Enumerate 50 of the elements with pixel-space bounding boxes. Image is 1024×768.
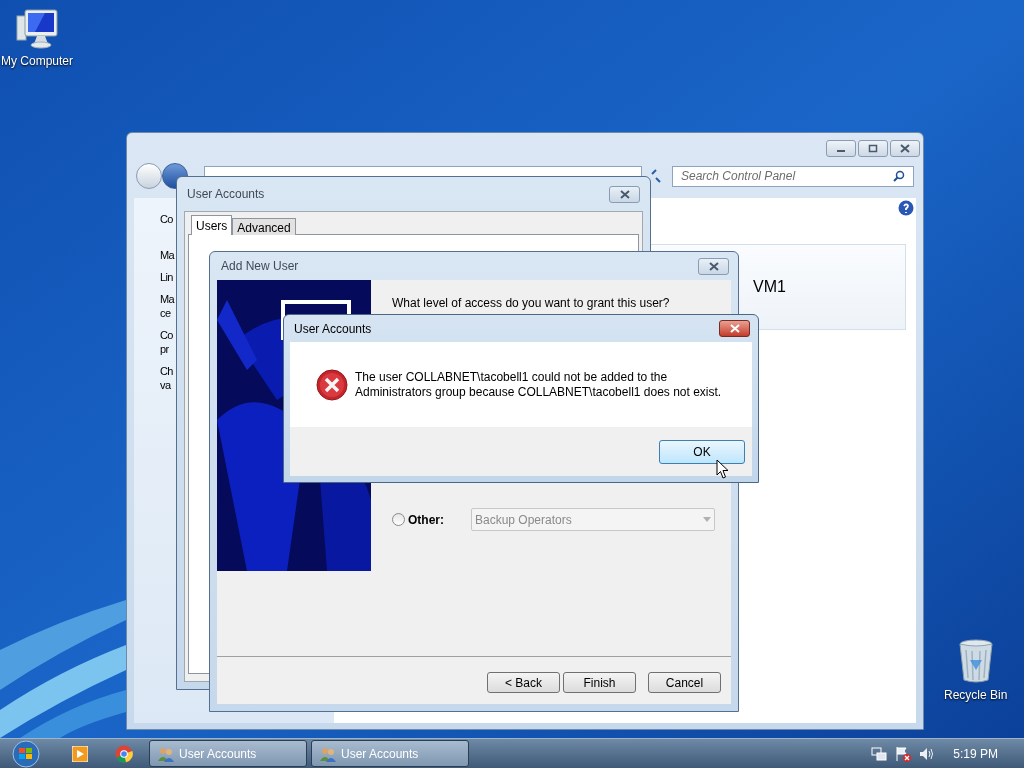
close-icon (619, 189, 630, 199)
users-icon (320, 745, 336, 762)
error-message: The user COLLABNET\tacobell1 could not be added to the Administrators group because COLLABNET\tacobell1 does not exist. (355, 370, 723, 400)
sidebar-link[interactable]: Ch va (160, 364, 173, 392)
window-title: Add New User (221, 258, 299, 275)
tab[interactable]: Users (191, 215, 233, 235)
computer-name: VM1 (753, 277, 786, 297)
close-button[interactable] (890, 140, 920, 157)
close-icon (729, 324, 740, 333)
maximize-icon (868, 144, 878, 153)
help-icon[interactable] (898, 200, 914, 216)
flag-error-icon[interactable] (895, 745, 912, 762)
clock[interactable]: 5:19 PM (953, 744, 998, 763)
search-field[interactable]: Search Control Panel (672, 165, 914, 187)
dialog-button[interactable]: < Back (487, 672, 560, 693)
dialog-button[interactable]: Finish (563, 672, 636, 693)
dialog-title: User Accounts (294, 320, 372, 338)
sidebar-link[interactable]: Co pr (160, 328, 173, 356)
question-text: What level of access do you want to grant this user? (392, 295, 671, 312)
search-icon (893, 170, 905, 182)
search-placeholder: Search Control Panel (681, 168, 797, 185)
cursor-icon (716, 459, 729, 479)
sidebar-link[interactable]: Ma ce (160, 292, 175, 320)
dropdown-value: Backup Operators (475, 511, 573, 529)
minimize-button[interactable] (826, 140, 856, 157)
sidebar-link[interactable]: Ma (160, 248, 175, 262)
ok-button[interactable]: OK (659, 440, 745, 464)
close-button[interactable] (698, 257, 729, 275)
close-icon (900, 144, 910, 153)
media-player-icon[interactable] (72, 745, 88, 762)
windows-logo-icon (9, 739, 43, 768)
dropdown-arrow-icon (703, 517, 711, 522)
sidebar-link[interactable]: Lin (160, 270, 173, 284)
tab[interactable]: Advanced (232, 218, 296, 235)
option-label: Other: (408, 511, 445, 529)
close-icon (708, 261, 719, 271)
users-icon (158, 745, 174, 762)
recycle-bin-icon (956, 638, 995, 684)
browser-icon[interactable] (115, 744, 133, 763)
network-icon[interactable] (871, 745, 888, 762)
dialog-button[interactable]: Cancel (648, 672, 721, 693)
window-title: User Accounts (187, 186, 265, 203)
maximize-button[interactable] (858, 140, 888, 157)
error-icon (316, 369, 348, 401)
close-button[interactable] (719, 320, 750, 337)
computer-icon (15, 8, 59, 50)
desktop-icon-label[interactable]: Recycle Bin (944, 686, 1008, 704)
sidebar-link[interactable]: Co (160, 212, 173, 226)
close-button[interactable] (609, 185, 640, 203)
desktop-icon-label[interactable]: My Computer (1, 52, 74, 70)
